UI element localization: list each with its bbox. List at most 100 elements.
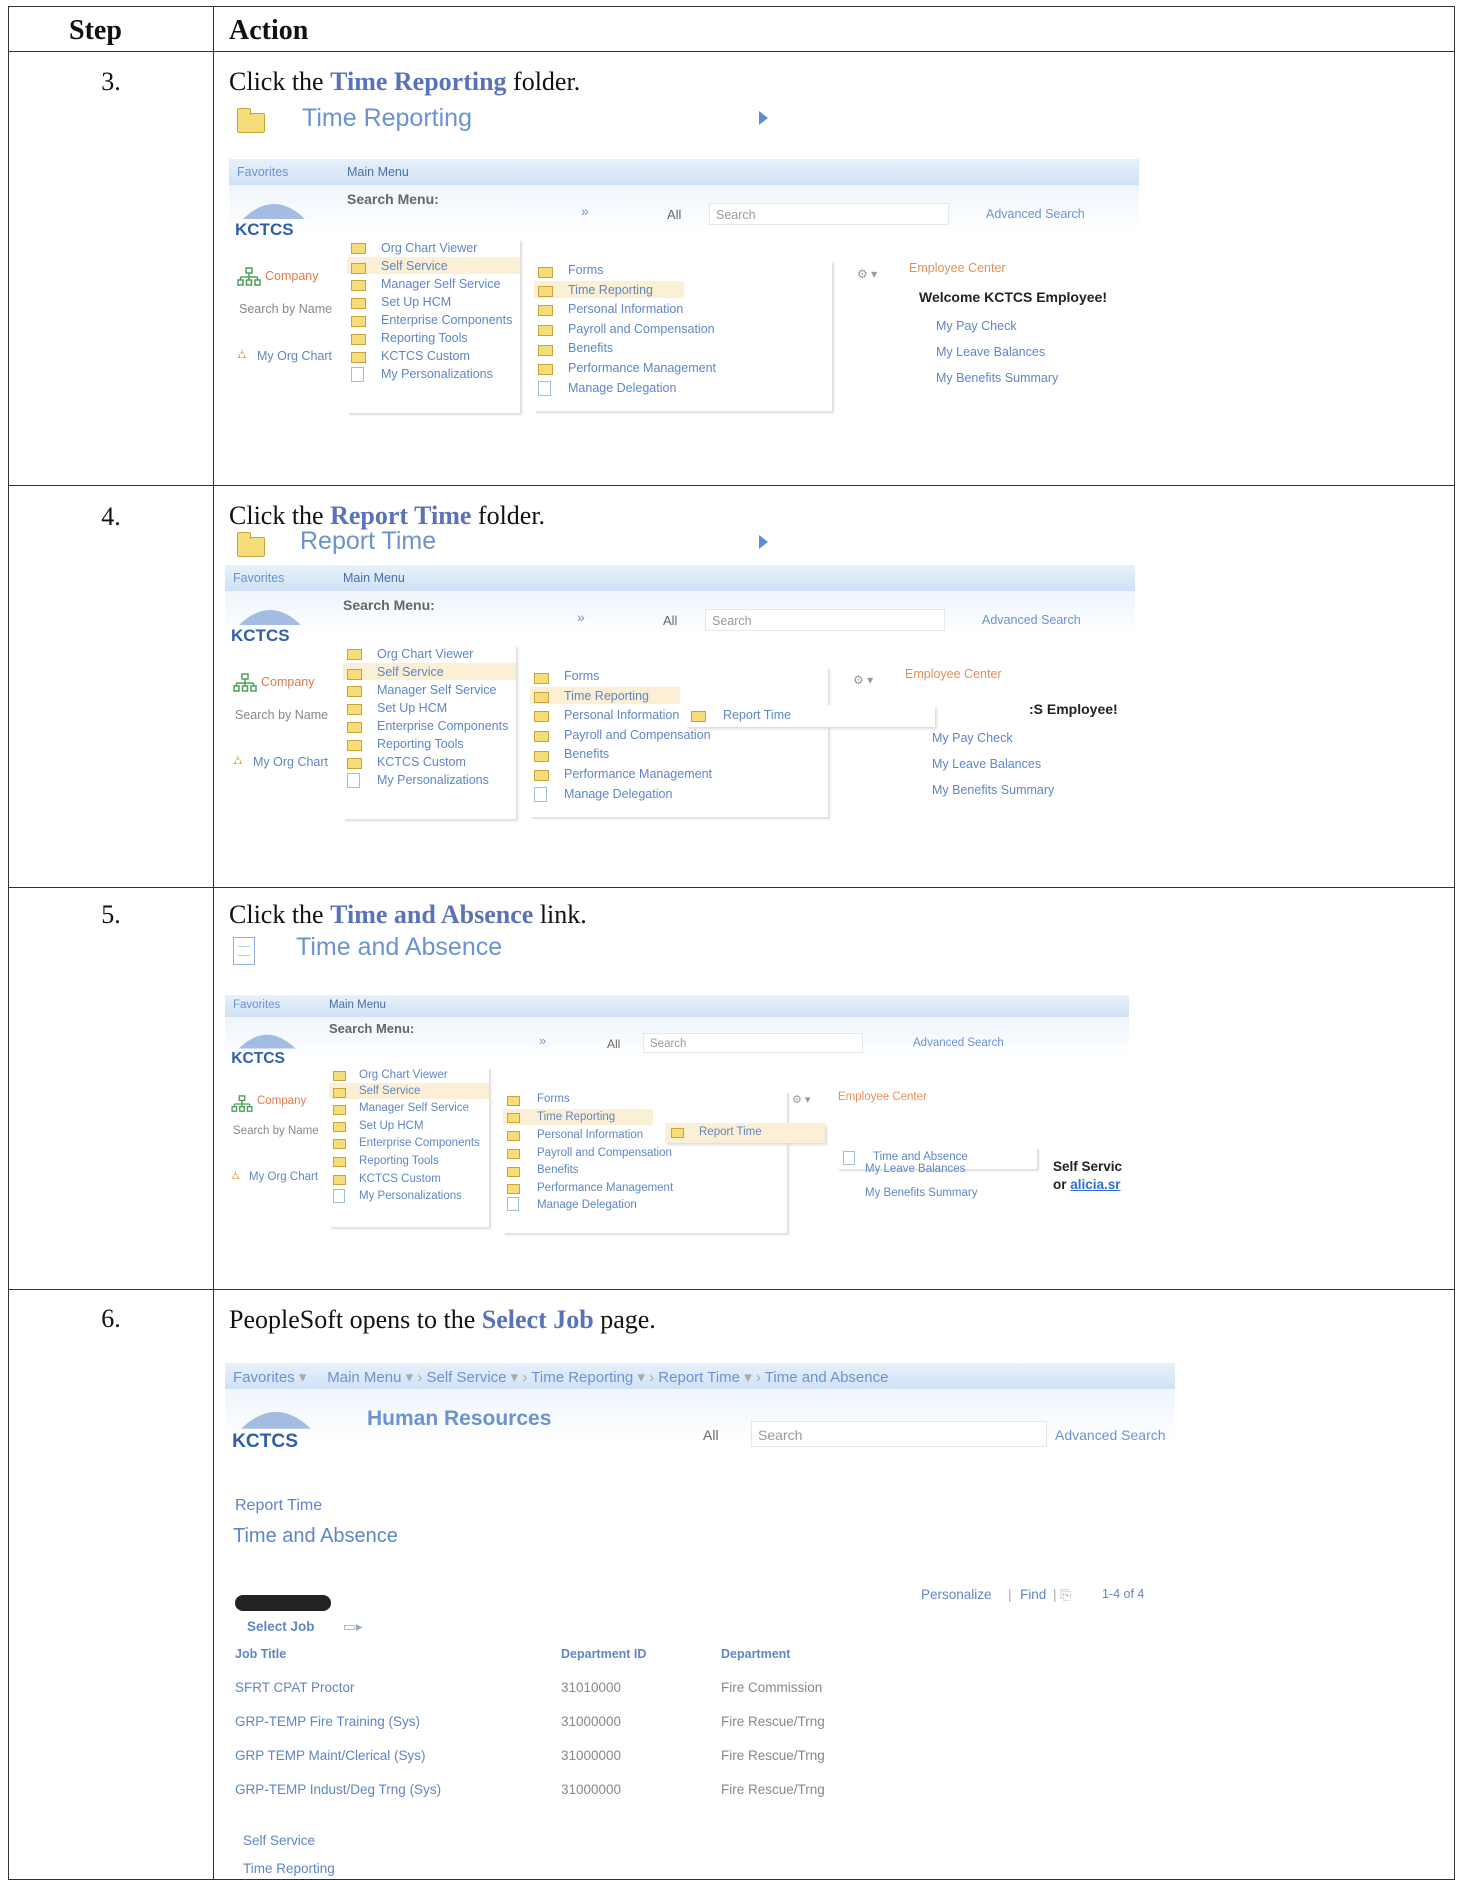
expand-icon[interactable]: » (581, 203, 589, 219)
favorites-menu[interactable]: Favorites (233, 999, 280, 1011)
menu-item[interactable]: Payroll and Compensation (564, 728, 711, 742)
favorites-menu[interactable]: Favorites (233, 571, 284, 585)
menu-item[interactable]: KCTCS Custom (359, 1173, 441, 1185)
search-input[interactable]: Search (643, 1033, 863, 1053)
menu-item[interactable]: Manage Delegation (568, 381, 676, 395)
company-link[interactable]: Company (265, 269, 319, 283)
leave-balances-link[interactable]: My Leave Balances (932, 757, 1041, 771)
breadcrumb-item[interactable]: Favorites (233, 1369, 295, 1386)
find-link[interactable]: Find (1020, 1587, 1046, 1602)
menu-item[interactable]: Self Service (359, 1085, 420, 1097)
search-by-name-link[interactable]: Search by Name (235, 708, 328, 722)
menu-item[interactable]: Self Service (381, 259, 448, 273)
company-link[interactable]: Company (257, 1095, 306, 1107)
menu-item[interactable]: Forms (564, 669, 599, 683)
gear-icon[interactable]: ⚙ ▾ (853, 673, 873, 687)
job-title-link[interactable]: SFRT CPAT Proctor (235, 1680, 355, 1695)
menu-item[interactable]: Manager Self Service (381, 277, 501, 291)
menu-item[interactable]: Forms (568, 263, 603, 277)
search-input[interactable]: Search (705, 609, 945, 631)
menu-item[interactable]: Payroll and Compensation (537, 1147, 672, 1159)
menu-item[interactable]: Benefits (537, 1164, 579, 1176)
user-email-link[interactable]: alicia.sr (1070, 1177, 1120, 1192)
self-service-link[interactable]: Self Service (243, 1833, 315, 1848)
main-menu[interactable]: Main Menu (347, 165, 409, 179)
menu-item[interactable]: Time Reporting (568, 283, 653, 297)
menu-item[interactable]: Org Chart Viewer (381, 241, 477, 255)
benefits-summary-link[interactable]: My Benefits Summary (936, 371, 1058, 385)
menu-item[interactable]: Set Up HCM (381, 295, 451, 309)
menu-item[interactable]: Performance Management (568, 361, 716, 375)
menu-item[interactable]: KCTCS Custom (381, 349, 470, 363)
report-time-folder-label[interactable]: Report Time (300, 527, 436, 556)
favorites-menu[interactable]: Favorites (237, 165, 288, 179)
select-job-tab[interactable]: Select Job (247, 1619, 315, 1634)
breadcrumb-item[interactable]: Main Menu (327, 1369, 401, 1386)
expand-icon[interactable]: » (577, 609, 585, 625)
menu-item[interactable]: Set Up HCM (359, 1120, 424, 1132)
leave-balances-link[interactable]: My Leave Balances (865, 1163, 965, 1175)
menu-item[interactable]: Enterprise Components (381, 313, 512, 327)
benefits-summary-link[interactable]: My Benefits Summary (865, 1187, 977, 1199)
menu-item[interactable]: Performance Management (564, 767, 712, 781)
menu-item[interactable]: Enterprise Components (377, 719, 508, 733)
advanced-search-link[interactable]: Advanced Search (1055, 1427, 1166, 1443)
menu-item[interactable]: Payroll and Compensation (568, 322, 715, 336)
gear-icon[interactable]: ⚙ ▾ (792, 1093, 810, 1106)
menu-item-report-time[interactable]: Report Time (699, 1126, 762, 1138)
advanced-search-link[interactable]: Advanced Search (913, 1037, 1004, 1049)
search-input[interactable]: Search (751, 1421, 1047, 1447)
my-org-chart-link[interactable]: My Org Chart (249, 1171, 318, 1183)
main-menu[interactable]: Main Menu (343, 571, 405, 585)
menu-item[interactable]: My Personalizations (377, 773, 489, 787)
menu-item[interactable]: Performance Management (537, 1182, 673, 1194)
menu-item[interactable]: Org Chart Viewer (359, 1069, 448, 1081)
menu-item[interactable]: Personal Information (568, 302, 683, 316)
menu-item[interactable]: My Personalizations (381, 367, 493, 381)
leave-balances-link[interactable]: My Leave Balances (936, 345, 1045, 359)
time-reporting-folder-label[interactable]: Time Reporting (302, 104, 472, 133)
advanced-search-link[interactable]: Advanced Search (982, 613, 1081, 627)
job-title-link[interactable]: GRP-TEMP Fire Training (Sys) (235, 1714, 420, 1729)
menu-item[interactable]: Personal Information (564, 708, 679, 722)
pay-check-link[interactable]: My Pay Check (936, 319, 1017, 333)
menu-item-report-time[interactable]: Report Time (723, 708, 791, 722)
job-title-link[interactable]: GRP-TEMP Indust/Deg Trng (Sys) (235, 1782, 441, 1797)
time-reporting-link[interactable]: Time Reporting (243, 1861, 335, 1876)
grid-icon[interactable]: ▭▸ (343, 1619, 363, 1635)
my-org-chart-link[interactable]: My Org Chart (257, 349, 332, 363)
menu-item[interactable]: Forms (537, 1093, 570, 1105)
menu-item[interactable]: My Personalizations (359, 1190, 462, 1202)
search-scope-select[interactable]: All (607, 1037, 620, 1051)
time-and-absence-link-label[interactable]: Time and Absence (296, 933, 502, 962)
menu-item[interactable]: Org Chart Viewer (377, 647, 473, 661)
my-org-chart-link[interactable]: My Org Chart (253, 755, 328, 769)
menu-item[interactable]: Reporting Tools (359, 1155, 439, 1167)
menu-item[interactable]: Manager Self Service (359, 1102, 469, 1114)
gear-icon[interactable]: ⚙ ▾ (857, 267, 877, 281)
expand-icon[interactable]: » (539, 1033, 546, 1048)
menu-item[interactable]: Manage Delegation (537, 1199, 637, 1211)
menu-item[interactable]: Self Service (377, 665, 444, 679)
benefits-summary-link[interactable]: My Benefits Summary (932, 783, 1054, 797)
search-scope-select[interactable]: All (667, 207, 681, 222)
breadcrumb-item[interactable]: Time Reporting (531, 1369, 633, 1386)
view-all-icon[interactable]: | ⎘ (1053, 1587, 1071, 1603)
menu-item[interactable]: Personal Information (537, 1129, 643, 1141)
menu-item[interactable]: Manager Self Service (377, 683, 497, 697)
menu-item[interactable]: Reporting Tools (377, 737, 464, 751)
company-link[interactable]: Company (261, 675, 315, 689)
menu-item[interactable]: Enterprise Components (359, 1137, 480, 1149)
search-scope-select[interactable]: All (663, 613, 677, 628)
main-menu[interactable]: Main Menu (329, 999, 386, 1011)
breadcrumb-item[interactable]: Time and Absence (765, 1369, 889, 1386)
advanced-search-link[interactable]: Advanced Search (986, 207, 1085, 221)
personalize-link[interactable]: Personalize (921, 1587, 992, 1602)
search-scope-select[interactable]: All (703, 1427, 719, 1443)
job-title-link[interactable]: GRP TEMP Maint/Clerical (Sys) (235, 1748, 426, 1763)
breadcrumb-item[interactable]: Self Service (426, 1369, 506, 1386)
menu-item[interactable]: Time Reporting (564, 689, 649, 703)
menu-item[interactable]: Set Up HCM (377, 701, 447, 715)
menu-item[interactable]: Manage Delegation (564, 787, 672, 801)
menu-item[interactable]: Benefits (564, 747, 609, 761)
